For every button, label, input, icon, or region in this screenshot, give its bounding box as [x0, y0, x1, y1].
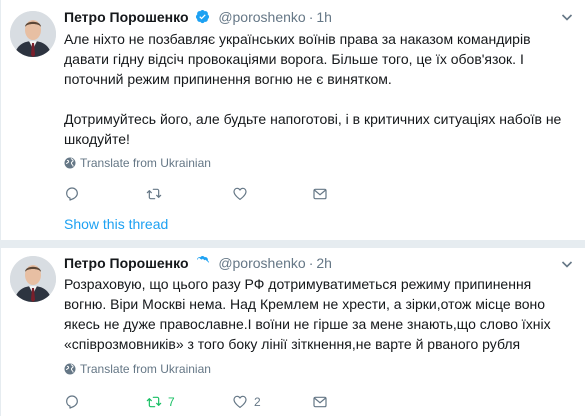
author-handle[interactable]: @poroshenko — [218, 9, 305, 25]
like-button[interactable]: 2 — [232, 392, 261, 412]
timestamp[interactable]: 1h — [316, 9, 332, 25]
translate-link[interactable]: Translate from Ukrainian — [64, 362, 211, 376]
reply-button[interactable] — [64, 184, 80, 204]
separator: · — [308, 255, 314, 271]
timeline: Петро Порошенко @poroshenko · 1h Але ніхто… — [0, 0, 585, 416]
reply-icon — [66, 187, 78, 201]
tweet[interactable]: Петро Порошенко @poroshenko · 2h Розрахову… — [1, 248, 585, 416]
tweet-paragraph: Дотримуйтесь його, але будьте напоготові… — [64, 111, 562, 147]
avatar[interactable] — [10, 256, 56, 302]
tweet[interactable]: Петро Порошенко @poroshenko · 1h Але ніхто… — [1, 0, 585, 201]
tweet-paragraph: Але ніхто не позбавляє українських воїні… — [64, 31, 531, 87]
reply-icon — [66, 395, 78, 409]
verified-badge-icon — [197, 255, 210, 266]
avatar[interactable] — [10, 11, 56, 57]
retweet-icon — [146, 396, 162, 408]
tweet-header: Петро Порошенко @poroshenko · 2h — [64, 254, 332, 272]
chevron-down-icon[interactable] — [561, 258, 573, 270]
tweet-actions: 7 2 — [64, 392, 394, 412]
heart-icon — [233, 395, 247, 408]
tweet-header: Петро Порошенко @poroshenko · 1h — [64, 8, 332, 26]
envelope-icon — [313, 188, 327, 200]
author-handle[interactable]: @poroshenko — [218, 255, 305, 271]
tweet-paragraph: Розраховую, що цього разу РФ дотримувати… — [64, 276, 551, 352]
retweet-count: 7 — [168, 395, 175, 409]
chevron-down-icon[interactable] — [561, 11, 573, 23]
direct-message-button[interactable] — [312, 392, 328, 412]
translate-link[interactable]: Translate from Ukrainian — [64, 156, 211, 170]
globe-icon — [64, 363, 76, 375]
retweet-icon — [146, 188, 162, 200]
tweet-actions — [64, 184, 394, 204]
author-name[interactable]: Петро Порошенко — [64, 9, 189, 25]
separator: · — [308, 9, 314, 25]
divider — [1, 240, 585, 248]
author-name[interactable]: Петро Порошенко — [64, 255, 189, 271]
retweet-button[interactable] — [146, 184, 168, 204]
globe-icon — [64, 157, 76, 169]
verified-badge-icon — [196, 9, 210, 24]
tweet-text: Але ніхто не позбавляє українських воїні… — [64, 29, 574, 149]
show-thread-link[interactable]: Show this thread — [64, 216, 168, 232]
tweet-text: Розраховую, що цього разу РФ дотримувати… — [64, 274, 574, 354]
direct-message-button[interactable] — [312, 184, 328, 204]
like-button[interactable] — [232, 184, 254, 204]
retweet-button[interactable]: 7 — [146, 392, 175, 412]
heart-icon — [233, 187, 247, 200]
like-count: 2 — [254, 395, 261, 409]
reply-button[interactable] — [64, 392, 80, 412]
envelope-icon — [313, 396, 327, 408]
timestamp[interactable]: 2h — [316, 255, 332, 271]
translate-label: Translate from Ukrainian — [80, 362, 211, 376]
translate-label: Translate from Ukrainian — [80, 156, 211, 170]
